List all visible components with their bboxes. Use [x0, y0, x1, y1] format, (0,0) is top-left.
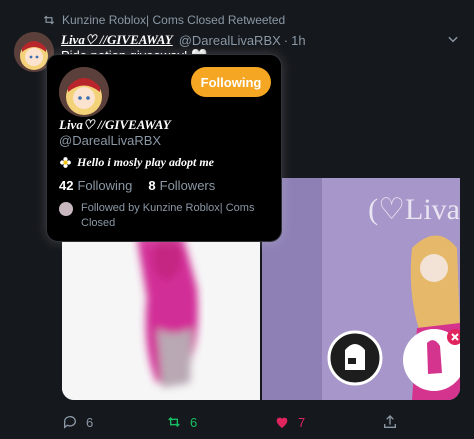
tweet-header: Liva♡ //GIVEAWAY @DarealLivaRBX · 1h: [61, 31, 306, 49]
hover-card-handle[interactable]: @DarealLivaRBX: [59, 133, 161, 148]
following-button[interactable]: Following: [191, 67, 271, 97]
like-button[interactable]: 7: [274, 412, 305, 432]
tweet-author-name[interactable]: Liva♡ //GIVEAWAY: [61, 32, 173, 48]
profile-hover-card: Following Liva♡ //GIVEAWAY @DarealLivaRB…: [46, 54, 282, 242]
hover-card-bio: Hello i mosly play adopt me: [59, 155, 214, 170]
reply-icon: [63, 416, 76, 429]
followed-by-text: Followed by Kunzine Roblox| Coms Closed: [81, 202, 255, 229]
retweet-icon: [168, 417, 180, 427]
retweet-icon: [43, 15, 55, 25]
retweet-header[interactable]: Kunzine Roblox| Coms Closed Retweeted: [42, 12, 285, 28]
hover-card-display-name[interactable]: Liva♡ //GIVEAWAY: [59, 117, 171, 133]
retweet-count: 6: [190, 414, 198, 430]
like-count: 7: [298, 414, 306, 430]
followers-label: Followers: [159, 178, 216, 193]
following-stat[interactable]: 42 Following: [59, 178, 132, 193]
following-label: Following: [77, 178, 133, 193]
following-count: 42: [59, 178, 74, 193]
retweet-header-text: Kunzine Roblox| Coms Closed Retweeted: [62, 13, 286, 27]
follower-avatar: [59, 202, 73, 216]
flower-icon: [60, 157, 71, 168]
separator-dot: ·: [283, 32, 289, 48]
share-icon: [384, 415, 396, 428]
bio-text: Hello i mosly play adopt me: [77, 155, 214, 169]
followers-count: 8: [148, 178, 156, 193]
heart-icon: [276, 417, 288, 428]
share-button[interactable]: [382, 412, 406, 432]
avatar-image: [59, 67, 109, 117]
tweet-image-right[interactable]: (♡Liva: [262, 178, 460, 400]
hover-card-stats: 42 Following 8 Followers: [59, 178, 215, 193]
reply-button[interactable]: 6: [62, 412, 93, 432]
tweet-timestamp[interactable]: 1h: [291, 33, 305, 48]
followed-by[interactable]: Followed by Kunzine Roblox| Coms Closed: [59, 201, 275, 231]
followers-stat[interactable]: 8 Followers: [148, 178, 215, 193]
image-watermark: (♡Liva: [368, 193, 460, 226]
hover-card-avatar[interactable]: [59, 67, 109, 117]
reply-count: 6: [86, 414, 94, 430]
display-name-text: Liva♡ //GIVEAWAY: [59, 117, 171, 132]
retweet-button[interactable]: 6: [166, 412, 197, 432]
chevron-down-icon[interactable]: [446, 32, 460, 46]
tweet-author-handle[interactable]: @DarealLivaRBX: [179, 33, 281, 48]
